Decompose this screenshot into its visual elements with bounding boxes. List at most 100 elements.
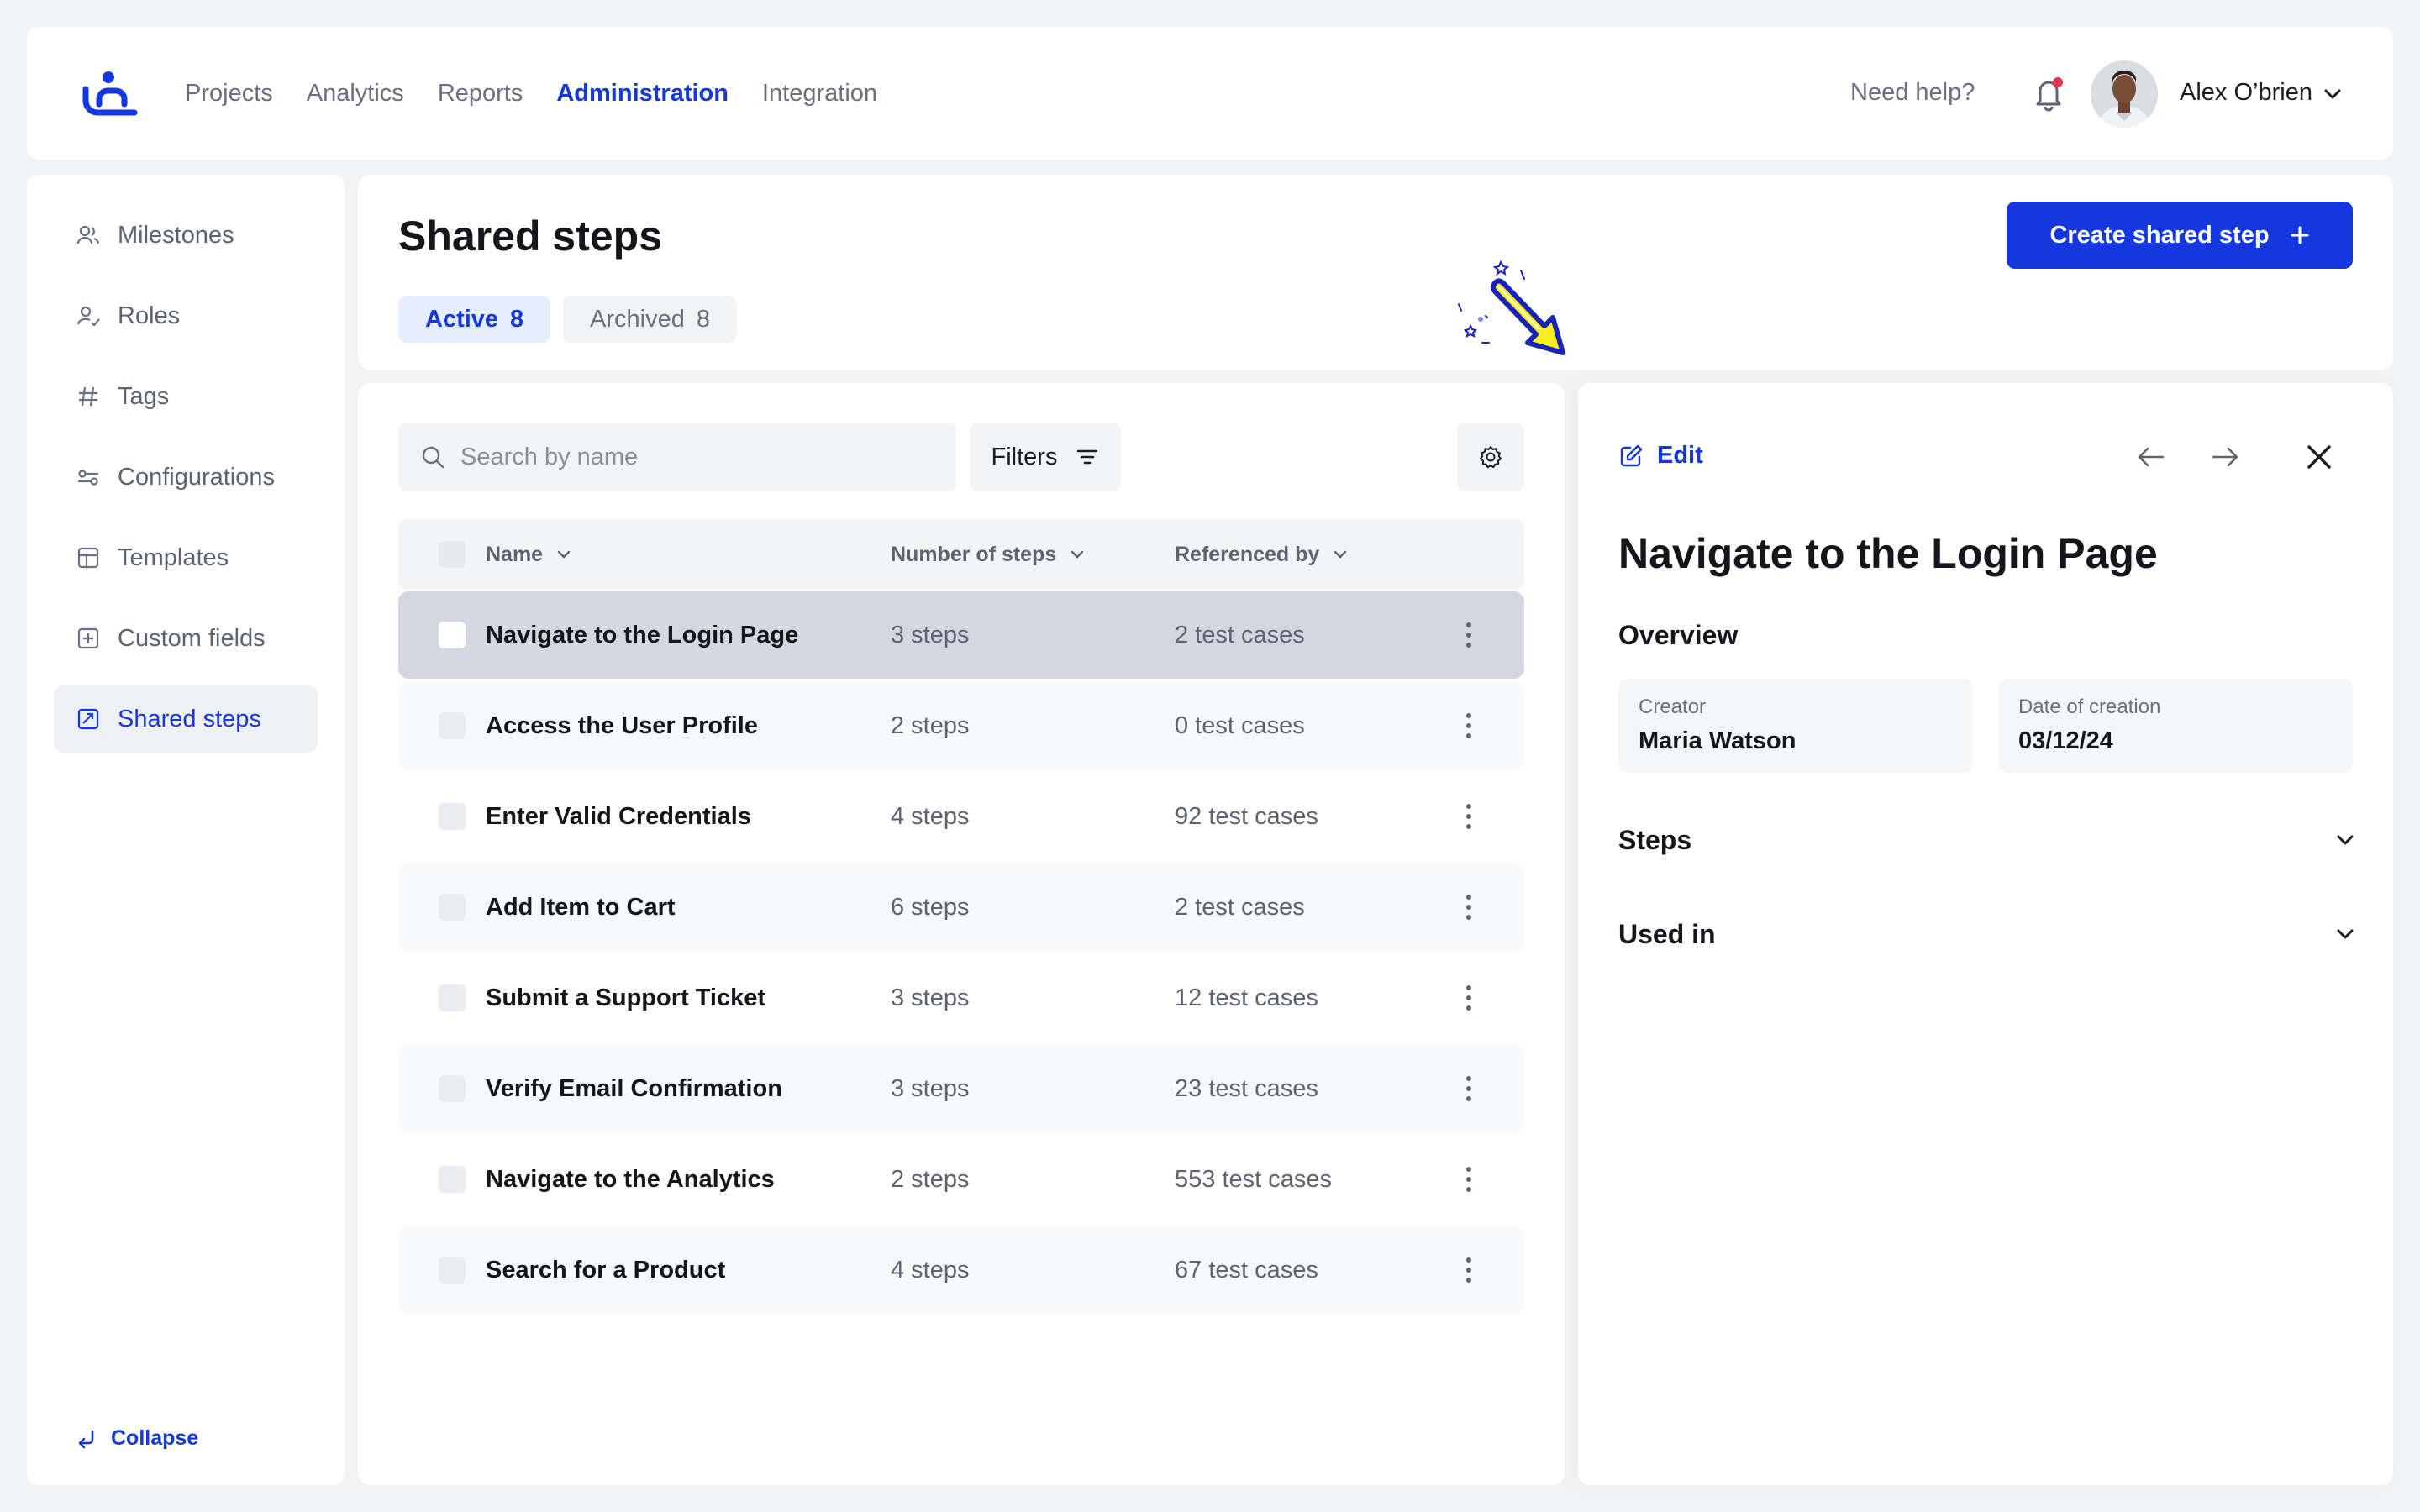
more-options-icon[interactable] — [1459, 1253, 1479, 1287]
table-row[interactable]: Navigate to the Login Page 3 steps 2 test … — [398, 591, 1524, 679]
row-name: Navigate to the Login Page — [486, 621, 799, 648]
row-steps: 4 steps — [891, 1256, 970, 1284]
create-shared-step-button[interactable]: Create shared step — [2007, 202, 2353, 269]
nav-projects[interactable]: Projects — [185, 80, 273, 108]
row-referenced-by: 553 test cases — [1175, 1165, 1332, 1193]
row-referenced-by: 67 test cases — [1175, 1256, 1318, 1284]
row-name: Enter Valid Credentials — [486, 802, 751, 830]
row-checkbox[interactable] — [439, 894, 466, 921]
row-checkbox[interactable] — [439, 1257, 466, 1284]
table-row[interactable]: Add Item to Cart 6 steps 2 test cases — [398, 864, 1524, 951]
filters-button[interactable]: Filters — [970, 423, 1121, 491]
sidebar-item-custom-fields[interactable]: Custom fields — [54, 605, 318, 672]
row-checkbox[interactable] — [439, 712, 466, 739]
table-row[interactable]: Search for a Product 4 steps 67 test cases — [398, 1226, 1524, 1314]
sidebar-item-label: Configurations — [118, 463, 275, 491]
search-icon — [422, 446, 445, 469]
column-name[interactable]: Name — [486, 519, 573, 590]
more-options-icon[interactable] — [1459, 709, 1479, 743]
row-steps: 3 steps — [891, 1074, 970, 1102]
row-referenced-by: 92 test cases — [1175, 802, 1318, 830]
edit-button[interactable]: Edit — [1618, 442, 1703, 470]
chevron-down-icon — [1334, 550, 1347, 559]
table-row[interactable]: Access the User Profile 2 steps 0 test cas… — [398, 682, 1524, 769]
search-input[interactable]: Search by name — [398, 423, 956, 491]
more-options-icon[interactable] — [1459, 1163, 1479, 1196]
row-checkbox[interactable] — [439, 622, 466, 648]
app-logo-icon[interactable] — [81, 71, 139, 116]
chevron-down-icon — [2337, 835, 2354, 845]
tab-count: 8 — [696, 305, 710, 333]
table-row[interactable]: Submit a Support Ticket 3 steps 12 test ca… — [398, 954, 1524, 1042]
row-steps: 2 steps — [891, 1165, 970, 1193]
used-in-section-toggle[interactable]: Used in — [1618, 909, 2358, 959]
row-checkbox[interactable] — [439, 984, 466, 1011]
table-row[interactable]: Verify Email Confirmation 3 steps 23 test … — [398, 1045, 1524, 1132]
more-options-icon[interactable] — [1459, 618, 1479, 652]
more-options-icon[interactable] — [1459, 981, 1479, 1015]
help-link[interactable]: Need help? — [1850, 79, 1975, 107]
row-referenced-by: 0 test cases — [1175, 711, 1305, 739]
sidebar-item-label: Milestones — [118, 221, 234, 249]
steps-section-toggle[interactable]: Steps — [1618, 815, 2358, 865]
sidebar-item-shared-steps[interactable]: Shared steps — [54, 685, 318, 753]
used-in-heading: Used in — [1618, 918, 1716, 949]
main-nav: Projects Analytics Reports Administratio… — [185, 27, 877, 160]
sidebar-item-label: Templates — [118, 543, 229, 571]
sidebar-item-configurations[interactable]: Configurations — [54, 444, 318, 511]
more-options-icon[interactable] — [1459, 1072, 1479, 1105]
pointer-arrow-icon — [1458, 260, 1565, 355]
gear-icon — [1480, 446, 1502, 469]
sidebar-item-tags[interactable]: Tags — [54, 363, 318, 430]
user-avatar[interactable] — [2091, 60, 2158, 128]
date-label: Date of creation — [2018, 696, 2161, 718]
more-options-icon[interactable] — [1459, 890, 1479, 924]
column-referenced-by[interactable]: Referenced by — [1175, 519, 1349, 590]
row-name: Verify Email Confirmation — [486, 1074, 782, 1102]
row-steps: 4 steps — [891, 802, 970, 830]
user-name[interactable]: Alex O’brien — [2180, 79, 2312, 107]
nav-administration[interactable]: Administration — [556, 80, 729, 108]
column-number-of-steps[interactable]: Number of steps — [891, 519, 1086, 590]
table-row[interactable]: Enter Valid Credentials 4 steps 92 test ca… — [398, 773, 1524, 860]
page-header: Shared steps Active 8 Archived 8 Create … — [358, 175, 2393, 370]
custom-fields-icon — [77, 627, 99, 649]
row-steps: 3 steps — [891, 984, 970, 1011]
sidebar: Milestones Roles Tags Configurations Tem… — [27, 175, 345, 1485]
column-label: Referenced by — [1175, 542, 1320, 566]
nav-analytics[interactable]: Analytics — [307, 80, 404, 108]
sidebar-item-roles[interactable]: Roles — [54, 282, 318, 349]
close-icon[interactable] — [2301, 438, 2338, 475]
chevron-down-icon[interactable] — [2321, 82, 2344, 106]
sidebar-item-milestones[interactable]: Milestones — [54, 202, 318, 269]
edit-icon — [1620, 444, 1643, 466]
row-name: Navigate to the Analytics — [486, 1165, 775, 1193]
row-name: Add Item to Cart — [486, 893, 676, 921]
creator-box: Creator Maria Watson — [1618, 679, 1973, 773]
collapse-button[interactable]: Collapse — [76, 1426, 198, 1451]
table-row[interactable]: Navigate to the Analytics 2 steps 553 test… — [398, 1136, 1524, 1223]
arrow-right-icon[interactable] — [2207, 438, 2244, 475]
nav-reports[interactable]: Reports — [438, 80, 523, 108]
tab-count: 8 — [510, 305, 524, 333]
row-checkbox[interactable] — [439, 1166, 466, 1193]
sidebar-item-label: Custom fields — [118, 624, 266, 652]
arrow-left-icon[interactable] — [2133, 438, 2170, 475]
configurations-icon — [78, 470, 98, 486]
tab-active[interactable]: Active 8 — [398, 296, 551, 343]
tab-archived[interactable]: Archived 8 — [563, 296, 737, 343]
settings-button[interactable] — [1457, 423, 1524, 491]
tab-label: Active — [425, 305, 499, 333]
nav-integration[interactable]: Integration — [762, 80, 877, 108]
row-name: Submit a Support Ticket — [486, 984, 766, 1011]
row-checkbox[interactable] — [439, 1075, 466, 1102]
sidebar-item-templates[interactable]: Templates — [54, 524, 318, 591]
select-all-checkbox[interactable] — [439, 541, 466, 568]
notification-bell-icon[interactable] — [2030, 74, 2067, 113]
templates-icon — [77, 547, 99, 569]
filters-label: Filters — [991, 443, 1058, 470]
more-options-icon[interactable] — [1459, 800, 1479, 833]
row-checkbox[interactable] — [439, 803, 466, 830]
return-arrow-icon — [78, 1430, 94, 1448]
sidebar-item-label: Roles — [118, 302, 181, 329]
